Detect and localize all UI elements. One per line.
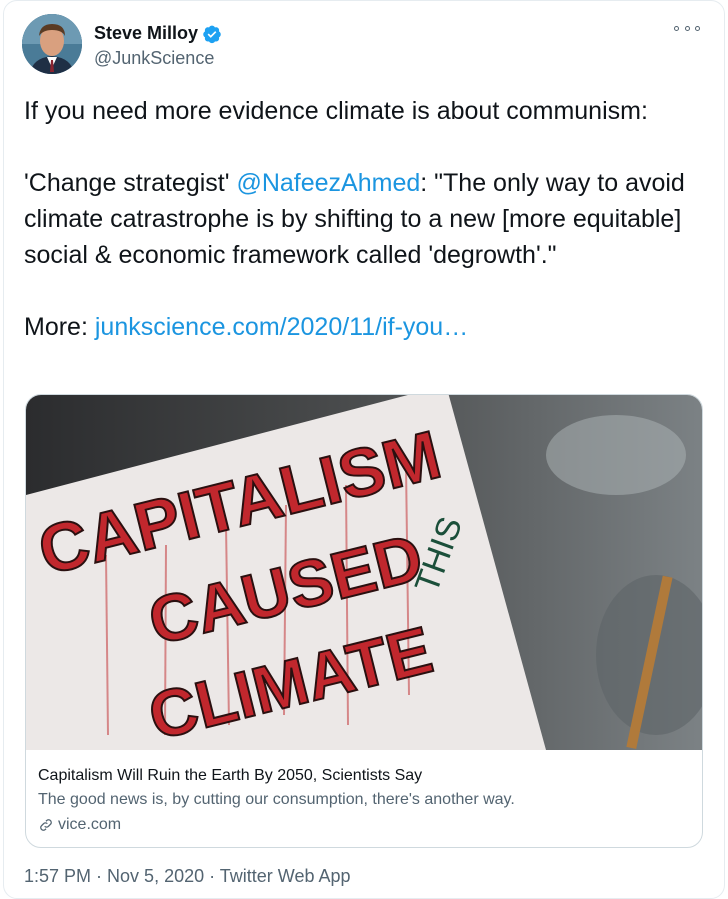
tweet-footer: 1:57 PM · Nov 5, 2020 · Twitter Web App <box>24 866 351 887</box>
tweet-more-line: More: junkscience.com/2020/11/if-you… <box>24 313 469 341</box>
tweet-line-1: If you need more evidence climate is abo… <box>24 97 648 125</box>
card-domain-text: vice.com <box>58 816 122 833</box>
more-options-icon[interactable] <box>674 21 700 35</box>
avatar[interactable] <box>22 14 82 74</box>
tweet-card: Steve Milloy @JunkScience If you need mo… <box>3 0 725 899</box>
author-handle[interactable]: @JunkScience <box>94 48 222 69</box>
card-description: The good news is, by cutting our consump… <box>38 791 515 808</box>
tweet-time[interactable]: 1:57 PM <box>24 866 91 886</box>
author-name[interactable]: Steve Milloy <box>94 23 198 44</box>
avatar-image <box>22 14 82 74</box>
card-image: CAPITALISM CAUSED CLIMATE THIS <box>26 395 702 750</box>
mention-link[interactable]: @NafeezAhmed <box>236 169 420 197</box>
card-meta: Capitalism Will Ruin the Earth By 2050, … <box>38 765 688 836</box>
author-block: Steve Milloy @JunkScience <box>94 23 222 69</box>
link-icon <box>40 819 52 831</box>
tweet-header: Steve Milloy @JunkScience <box>22 14 702 74</box>
tweet-source[interactable]: Twitter Web App <box>220 866 351 886</box>
tweet-date[interactable]: Nov 5, 2020 <box>107 866 204 886</box>
tweet-text: If you need more evidence climate is abo… <box>24 93 704 345</box>
tweet-paragraph-2: 'Change strategist' @NafeezAhmed: "The o… <box>24 169 685 269</box>
separator: · <box>204 866 220 886</box>
separator: · <box>91 866 108 886</box>
verified-badge-icon <box>202 24 222 44</box>
card-domain: vice.com <box>38 814 688 836</box>
more-link[interactable]: junkscience.com/2020/11/if-you… <box>95 313 468 341</box>
link-preview-card[interactable]: CAPITALISM CAUSED CLIMATE THIS Capitalis… <box>25 394 703 848</box>
card-title: Capitalism Will Ruin the Earth By 2050, … <box>38 767 423 784</box>
